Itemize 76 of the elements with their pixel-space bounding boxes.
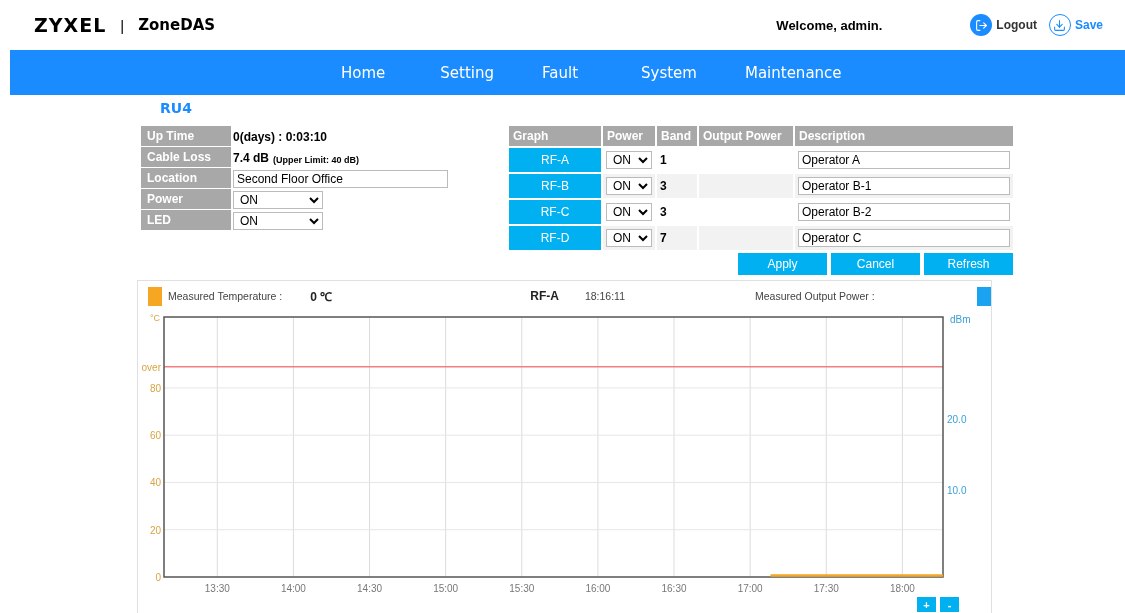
graph-button[interactable]: RF-B	[509, 174, 601, 198]
dropdown[interactable]: ON	[233, 212, 323, 230]
axis-unit: dBm	[950, 314, 971, 325]
separator: |	[120, 16, 125, 34]
location-field[interactable]: Second Floor Office	[233, 170, 448, 188]
description-field[interactable]: Operator B-1	[798, 177, 1010, 195]
graph-button[interactable]: RF-D	[509, 226, 601, 250]
axis-tick-label: 13:30	[204, 583, 230, 594]
field-label: Up Time	[141, 126, 231, 146]
axis-tick-label: 16:30	[661, 583, 687, 594]
zoom-out-button[interactable]: -	[940, 597, 959, 612]
description-field[interactable]: Operator C	[798, 229, 1010, 247]
temperature-value: 0 ℃	[310, 288, 333, 305]
legend-label: Measured Output Power :	[755, 290, 875, 302]
axis-tick-label: 17:00	[737, 583, 763, 594]
logout-link[interactable]: Logout	[970, 14, 1037, 36]
zoom-in-button[interactable]: +	[917, 597, 936, 612]
axis-tick-label: 60	[149, 430, 161, 442]
nav-item[interactable]: Fault	[542, 63, 578, 82]
download-icon	[1048, 14, 1071, 36]
nav-item[interactable]: System	[641, 63, 697, 82]
axis-tick-label: 20	[149, 524, 161, 536]
nav-item[interactable]: Maintenance	[744, 63, 842, 82]
axis-tick-label: 15:30	[509, 583, 535, 594]
nav-item[interactable]: Setting	[440, 63, 494, 82]
legend-label: Measured Temperature :	[168, 290, 283, 302]
field-label: LED	[141, 210, 231, 230]
graph-button[interactable]: RF-C	[509, 200, 601, 224]
dropdown[interactable]: ON	[233, 191, 323, 209]
axis-tick-label: 40	[149, 477, 161, 489]
axis-tick-label: 14:30	[357, 583, 383, 594]
column-header: Output Power	[699, 126, 793, 146]
field-value: 7.4 dB	[233, 150, 269, 167]
field-value: 0(days) : 0:03:10	[233, 129, 328, 146]
axis-tick-label: 17:30	[813, 583, 839, 594]
axis-unit: °C	[150, 313, 161, 323]
action-button[interactable]: Cancel	[831, 253, 920, 275]
axis-tick-label: 18:00	[889, 583, 915, 594]
axis-tick-label: 20.0	[947, 414, 967, 425]
power-dropdown[interactable]: ON	[606, 177, 652, 195]
axis-tick-label: over	[141, 361, 161, 373]
logo: ZYXEL	[34, 14, 107, 36]
field-label: Location	[141, 168, 231, 188]
description-field[interactable]: Operator A	[798, 151, 1010, 169]
column-header: Power	[603, 126, 655, 146]
field-label: Cable Loss	[141, 147, 231, 167]
time-label: 18:16:11	[584, 290, 625, 302]
welcome-text: Welcome, admin.	[776, 17, 883, 33]
band-value: 7	[660, 230, 667, 247]
axis-tick-label: 14:00	[280, 583, 306, 594]
axis-tick-label: 15:00	[433, 583, 459, 594]
save-link[interactable]: Save	[1048, 14, 1103, 36]
logout-icon	[970, 14, 993, 36]
band-value: 1	[660, 152, 667, 169]
limit-note: (Upper Limit: 40 dB)	[273, 154, 360, 167]
description-field[interactable]: Operator B-2	[798, 203, 1010, 221]
product-name: ZoneDAS	[138, 16, 216, 34]
power-dropdown[interactable]: ON	[606, 151, 652, 169]
column-header: Band	[657, 126, 697, 146]
column-header: Graph	[509, 126, 601, 146]
axis-tick-label: 80	[149, 382, 161, 394]
graph-button[interactable]: RF-A	[509, 148, 601, 172]
field-label: Power	[141, 189, 231, 209]
axis-tick-label: 16:00	[585, 583, 611, 594]
action-button[interactable]: Refresh	[924, 253, 1013, 275]
column-header: Description	[795, 126, 1013, 146]
axis-tick-label: 10.0	[947, 484, 967, 496]
nav-item[interactable]: Home	[341, 63, 386, 82]
action-button[interactable]: Apply	[738, 253, 827, 275]
unit-title: RU4	[159, 99, 193, 118]
band-value: 3	[660, 204, 667, 221]
axis-tick-label: 0	[155, 572, 161, 583]
power-dropdown[interactable]: ON	[606, 229, 652, 247]
channel-label: RF-A	[530, 289, 559, 303]
band-value: 3	[660, 178, 667, 195]
power-dropdown[interactable]: ON	[606, 203, 652, 221]
